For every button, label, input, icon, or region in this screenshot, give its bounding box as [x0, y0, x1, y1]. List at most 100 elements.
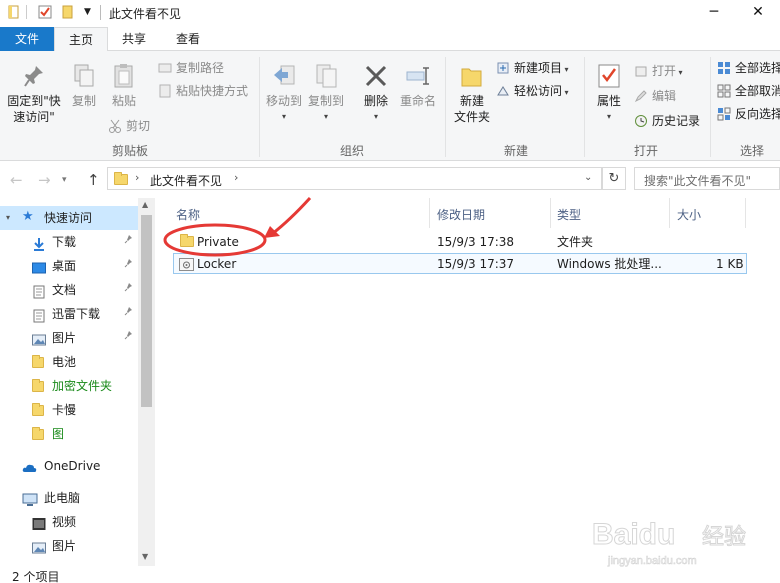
pictures-icon — [32, 539, 46, 554]
scroll-up-icon[interactable]: ▲ — [142, 200, 148, 209]
new-folder-button[interactable]: 新建 文件夹 — [450, 63, 494, 125]
folder-icon — [114, 172, 128, 185]
minimize-button[interactable]: ─ — [692, 0, 736, 26]
properties-check-icon[interactable] — [38, 5, 52, 19]
select-all-button[interactable]: 全部选择 — [717, 58, 780, 78]
group-clipboard-label: 剪贴板 — [111, 144, 148, 158]
edit-button[interactable]: 编辑 — [634, 86, 676, 106]
sidebar-item-quick-access[interactable]: ▾ ★ 快速访问 — [0, 206, 138, 230]
copy-to-caret: ▾ — [323, 112, 328, 121]
edit-label: 编辑 — [652, 89, 677, 103]
chevron-down-icon[interactable]: ▾ — [6, 206, 10, 230]
computer-icon — [22, 491, 38, 506]
select-none-button[interactable]: 全部取消 — [717, 81, 780, 101]
folder-icon — [32, 355, 46, 369]
address-dropdown-icon[interactable]: ⌄ — [584, 172, 592, 183]
sidebar-item-6[interactable]: 电池 — [0, 350, 138, 374]
tab-view[interactable]: 查看 — [162, 27, 214, 51]
pin-icon[interactable] — [124, 302, 134, 326]
sidebar-item-4[interactable]: 迅雷下载 — [0, 302, 138, 326]
address-bar[interactable]: › 此文件看不见 › ⌄ — [107, 167, 602, 190]
cut-label: 剪切 — [126, 119, 151, 133]
cut-button[interactable]: 剪切 — [108, 116, 150, 136]
watermark-brand-suffix: 经验 — [702, 525, 746, 550]
pin-icon[interactable] — [124, 326, 134, 350]
recent-dropdown-icon[interactable]: ▾ — [62, 175, 67, 185]
tab-home[interactable]: 主页 — [54, 27, 108, 52]
paste-shortcut-button[interactable]: 粘贴快捷方式 — [158, 81, 248, 101]
easy-access-button[interactable]: 轻松访问 ▾ — [496, 81, 569, 101]
folder-icon[interactable] — [8, 5, 22, 19]
copy-path-button[interactable]: 复制路径 — [158, 58, 224, 78]
history-button[interactable]: 历史记录 — [634, 111, 700, 131]
close-button[interactable]: ✕ — [736, 0, 780, 26]
paste-label: 粘贴 — [111, 94, 136, 108]
breadcrumb-chevron-icon[interactable]: › — [234, 171, 238, 184]
copy-path-icon — [158, 61, 172, 75]
open-button[interactable]: 打开 ▾ — [634, 61, 683, 81]
move-to-button[interactable]: 移动到 ▾ — [264, 63, 304, 125]
sidebar-item-onedrive[interactable]: OneDrive — [0, 454, 138, 478]
tab-file[interactable]: 文件 — [0, 27, 54, 51]
refresh-icon[interactable]: ↻ — [602, 167, 626, 190]
copy-button[interactable]: 复制 — [66, 63, 102, 109]
sidebar-item-1[interactable]: 下载 — [0, 230, 138, 254]
title-separator — [100, 5, 101, 20]
rename-icon — [406, 63, 430, 89]
baidu-logo-icon: Baidu 经验 jingyan.baidu.com — [592, 518, 747, 568]
properties-button[interactable]: 属性 ▾ — [590, 63, 628, 125]
customize-dropdown-icon[interactable]: ▼ — [84, 5, 98, 19]
baidu-watermark: Baidu 经验 jingyan.baidu.com — [590, 510, 770, 570]
column-header-modified[interactable]: 修改日期 — [437, 206, 485, 223]
new-folder-icon[interactable] — [62, 5, 76, 19]
new-item-button[interactable]: 新建项目 ▾ — [496, 58, 569, 78]
paste-button[interactable]: 粘贴 — [106, 63, 142, 109]
ribbon-tabs: 文件 主页 共享 查看 — [0, 27, 780, 52]
sidebar-item-label: 下载 — [52, 235, 77, 249]
column-header-size[interactable]: 大小 — [677, 206, 701, 223]
pin-icon[interactable] — [124, 230, 134, 254]
sidebar-item-5[interactable]: 图片 — [0, 326, 138, 350]
sidebar-item-7[interactable]: 加密文件夹 — [0, 374, 138, 398]
sidebar-item-3[interactable]: 文档 — [0, 278, 138, 302]
sidebar-pc-item-2[interactable]: 图片 — [0, 534, 138, 558]
scroll-down-icon[interactable]: ▼ — [142, 552, 148, 561]
sidebar-item-this-pc[interactable]: 此电脑 — [0, 486, 138, 510]
up-arrow-icon[interactable]: ↑ — [87, 171, 100, 189]
star-icon: ★ — [22, 209, 34, 224]
back-arrow-icon[interactable]: ← — [10, 171, 23, 189]
sidebar-pc-item-1[interactable]: 视频 — [0, 510, 138, 534]
group-organize-label: 组织 — [339, 144, 364, 158]
paste-icon — [112, 63, 136, 89]
ribbon: 固定到"快 速访问" 复制 粘贴 复制路径 粘贴快捷方式 剪切 剪贴板 移动到 — [0, 51, 780, 161]
sidebar-item-9[interactable]: 图 — [0, 422, 138, 446]
file-size: 1 KB — [716, 257, 744, 271]
copy-to-button[interactable]: 复制到 ▾ — [306, 63, 346, 125]
invert-selection-button[interactable]: 反向选择 — [717, 104, 780, 124]
file-modified: 15/9/3 17:37 — [437, 257, 515, 271]
sidebar-item-2[interactable]: 桌面 — [0, 254, 138, 278]
forward-arrow-icon[interactable]: → — [38, 171, 51, 189]
pin-icon[interactable] — [124, 254, 134, 278]
column-separator — [669, 198, 670, 228]
move-to-icon — [272, 63, 296, 89]
delete-button[interactable]: 删除 ▾ — [358, 63, 394, 125]
library-icon — [32, 283, 46, 299]
easy-access-icon — [496, 84, 510, 98]
folder-icon — [32, 427, 46, 441]
rename-button[interactable]: 重命名 — [396, 63, 440, 109]
address-path[interactable]: 此文件看不见 — [150, 172, 222, 189]
watermark-url: jingyan.baidu.com — [607, 555, 697, 567]
sidebar-item-8[interactable]: 卡慢 — [0, 398, 138, 422]
sidebar-item-label: 图 — [52, 427, 65, 441]
copy-label: 复制 — [71, 94, 96, 108]
annotation-circle-arrow — [163, 196, 312, 257]
new-item-icon — [496, 61, 510, 75]
pin-icon[interactable] — [124, 278, 134, 302]
column-header-type[interactable]: 类型 — [557, 206, 581, 223]
tab-share[interactable]: 共享 — [108, 27, 160, 51]
sidebar-scroll-thumb[interactable] — [141, 215, 152, 407]
pin-quick-access-button[interactable]: 固定到"快 速访问" — [4, 63, 64, 125]
sidebar-item-label: 电池 — [52, 355, 77, 369]
search-input[interactable]: 搜索"此文件看不见" — [634, 167, 780, 190]
